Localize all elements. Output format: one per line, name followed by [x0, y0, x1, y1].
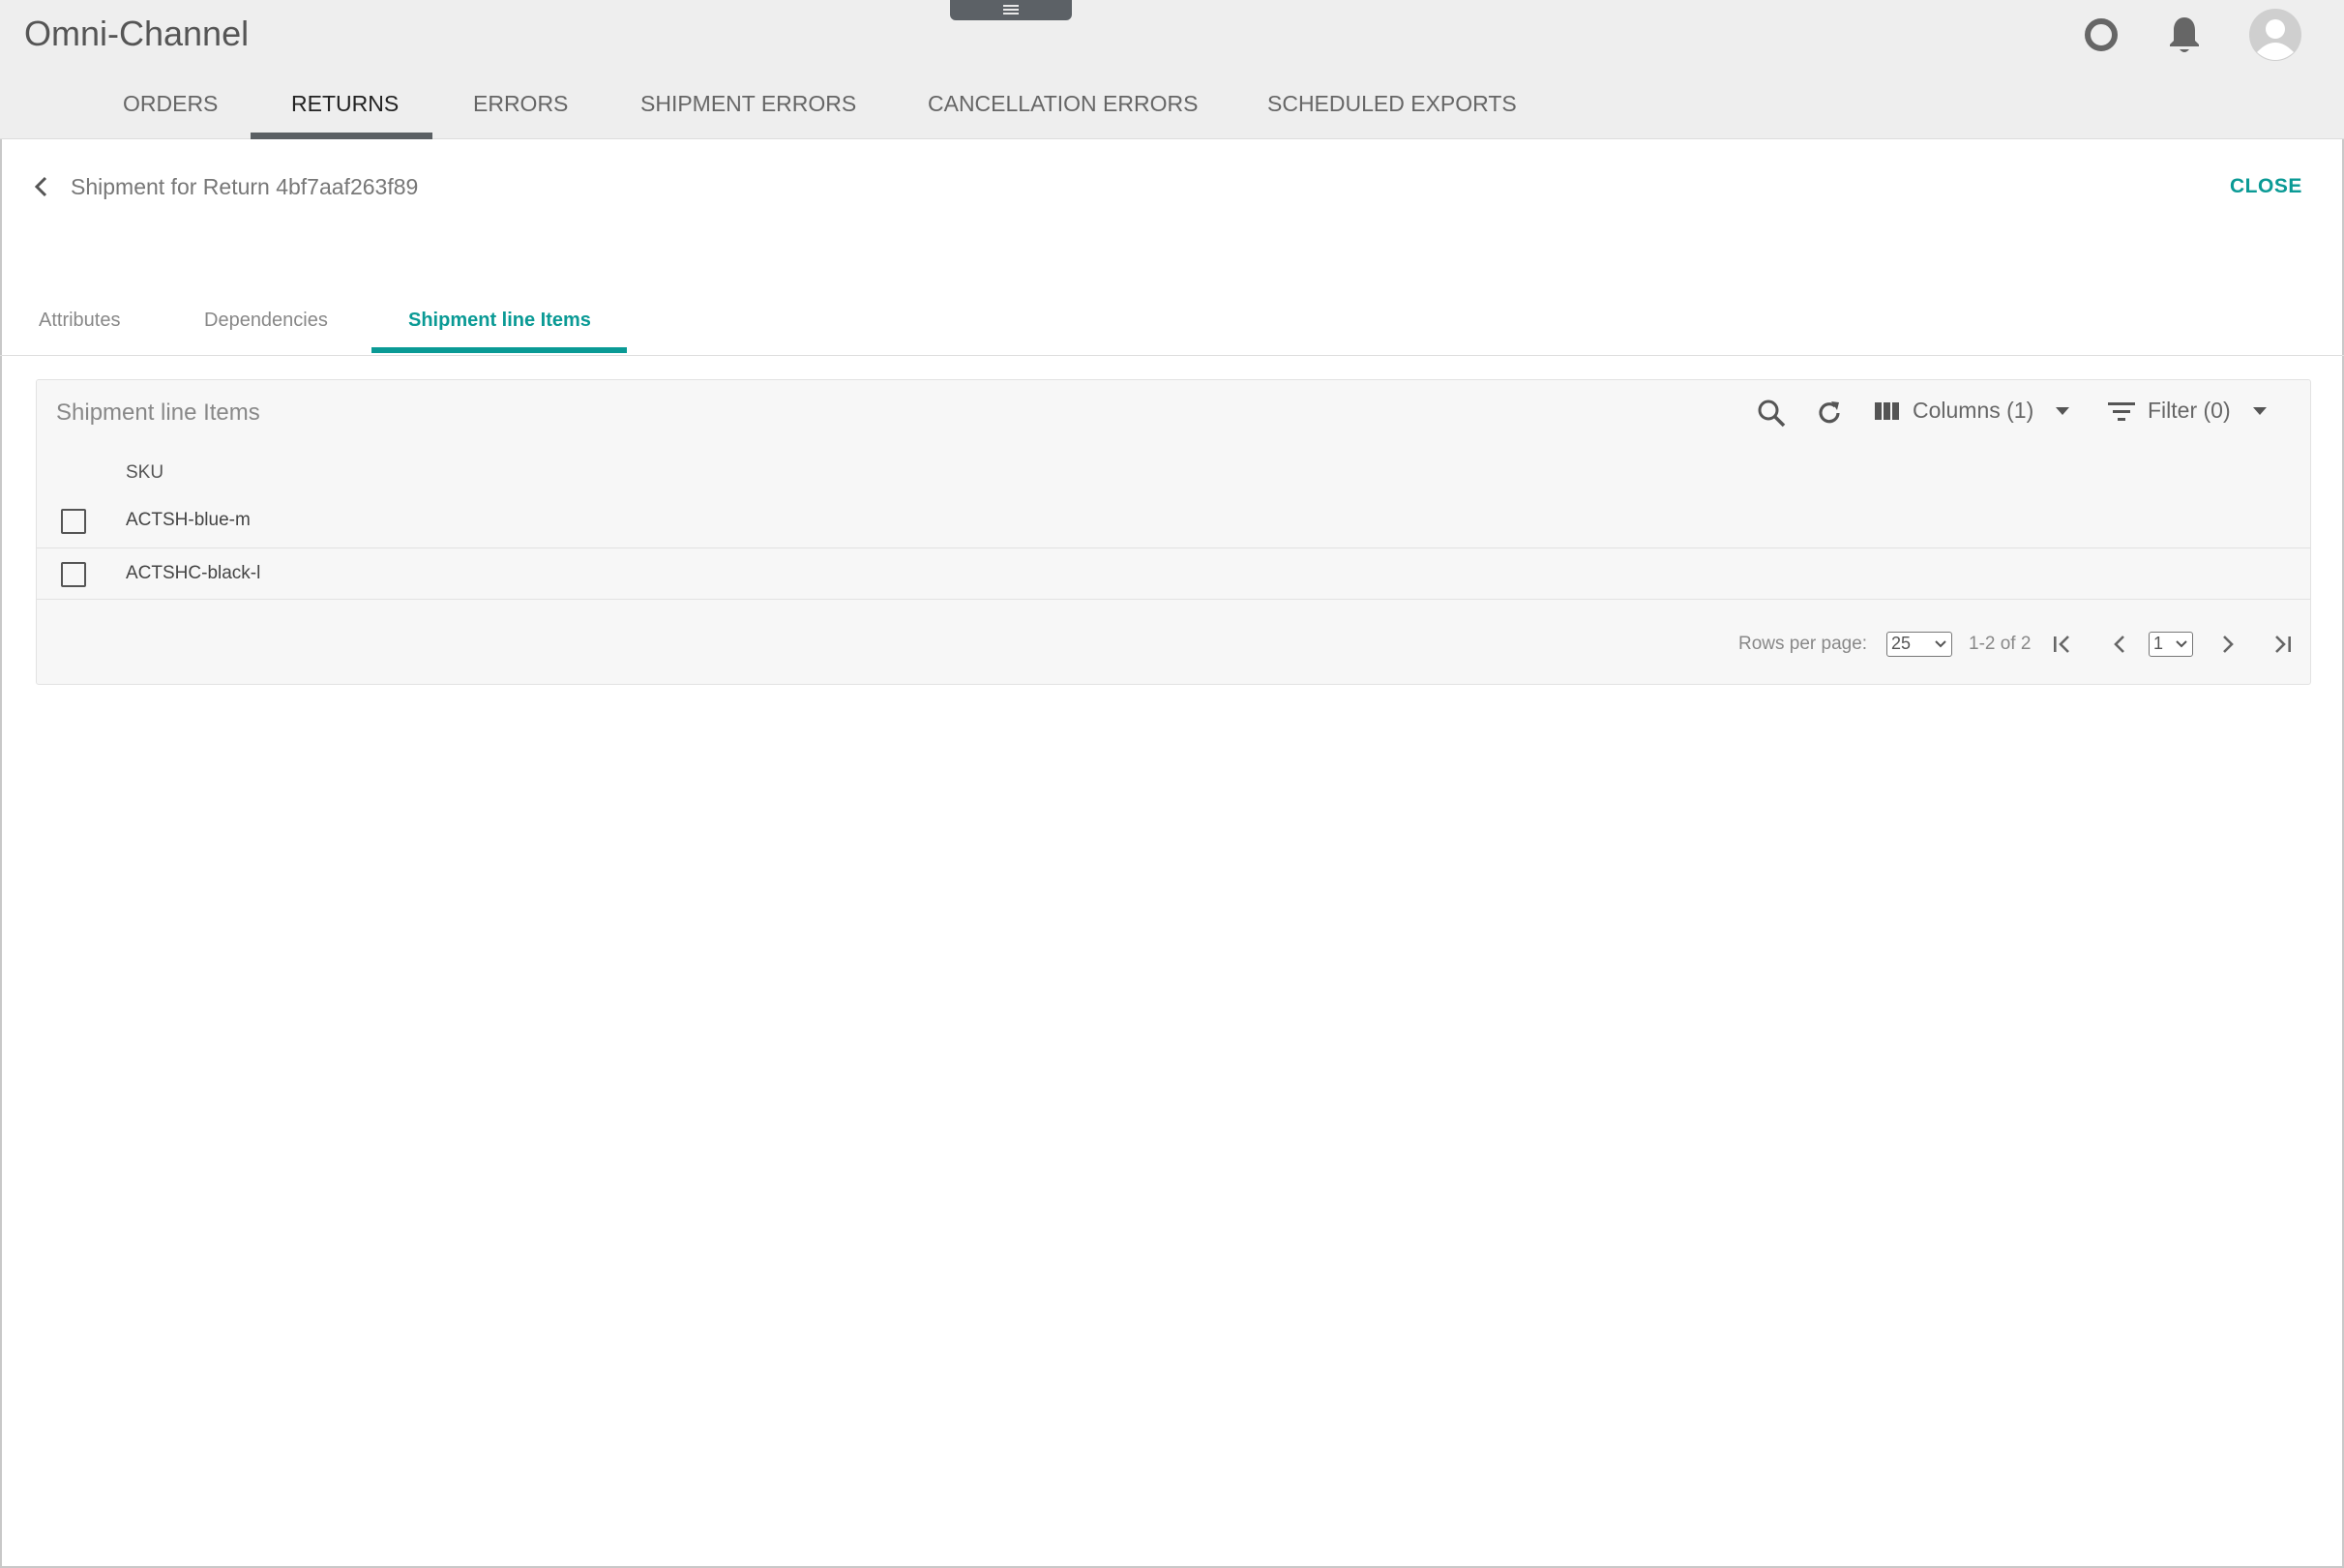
rows-per-page-select[interactable]: 25 — [1886, 632, 1952, 657]
page-title: Shipment for Return 4bf7aaf263f89 — [71, 174, 419, 199]
active-subtab-indicator — [371, 347, 627, 353]
menu-handle[interactable] — [950, 0, 1072, 20]
tab-scheduled-exports[interactable]: SCHEDULED EXPORTS — [1267, 91, 1517, 117]
tab-errors[interactable]: ERRORS — [473, 91, 568, 117]
page-value: 1 — [2153, 634, 2164, 653]
hamburger-icon — [1003, 5, 1019, 15]
row-checkbox[interactable] — [61, 509, 86, 534]
active-tab-indicator — [251, 133, 432, 139]
rows-per-page-label: Rows per page: — [1738, 634, 1868, 654]
search-button[interactable] — [1756, 398, 1787, 429]
tab-returns[interactable]: RETURNS — [291, 91, 399, 117]
close-button[interactable]: CLOSE — [2230, 175, 2302, 198]
panel-title: Shipment line Items — [56, 399, 260, 426]
caret-down-icon — [2056, 406, 2070, 415]
chevron-down-icon — [1935, 640, 1946, 648]
next-page-icon[interactable] — [2213, 631, 2240, 658]
detail-tabs: Attributes Dependencies Shipment line It… — [0, 290, 2344, 356]
tab-shipment-errors[interactable]: SHIPMENT ERRORS — [640, 91, 856, 117]
column-header-sku[interactable]: SKU — [126, 462, 163, 484]
rows-per-page-value: 25 — [1891, 634, 1912, 653]
last-page-icon[interactable] — [2269, 631, 2296, 658]
row-checkbox[interactable] — [61, 562, 86, 587]
app-title: Omni-Channel — [24, 14, 250, 53]
filter-label: Filter (0) — [2148, 398, 2231, 423]
columns-label: Columns (1) — [1913, 398, 2034, 423]
previous-page-icon[interactable] — [2107, 631, 2134, 658]
tab-cancellation-errors[interactable]: CANCELLATION ERRORS — [928, 91, 1198, 117]
caret-down-icon — [2252, 406, 2267, 415]
tab-shipment-line-items[interactable]: Shipment line Items — [408, 310, 591, 332]
first-page-icon[interactable] — [2049, 631, 2076, 658]
tab-orders[interactable]: ORDERS — [123, 91, 218, 117]
app-header: Omni-Channel ORDERS RETURNS ERRORS SHIPM… — [0, 0, 2344, 139]
shipment-line-items-panel: Shipment line Items Columns (1) Filter (… — [36, 379, 2311, 685]
status-circle-icon[interactable] — [2083, 16, 2120, 53]
table-row[interactable]: ACTSH-blue-m — [37, 495, 2310, 547]
user-avatar-icon[interactable] — [2248, 8, 2302, 62]
columns-button[interactable]: Columns (1) — [1874, 398, 2070, 424]
sku-cell: ACTSHC-black-l — [126, 563, 261, 583]
tab-attributes[interactable]: Attributes — [39, 310, 120, 332]
refresh-button[interactable] — [1814, 398, 1845, 429]
chevron-left-icon[interactable] — [31, 175, 52, 198]
sku-cell: ACTSH-blue-m — [126, 510, 251, 530]
filter-button[interactable]: Filter (0) — [2107, 398, 2268, 424]
app-frame — [0, 0, 2344, 1568]
chevron-down-icon — [2176, 640, 2187, 648]
pagination-range: 1-2 of 2 — [1969, 634, 2032, 654]
table-row[interactable]: ACTSHC-black-l — [37, 547, 2310, 600]
tab-dependencies[interactable]: Dependencies — [204, 310, 328, 332]
filter-icon — [2108, 401, 2135, 421]
columns-icon — [1875, 401, 1899, 420]
search-icon — [1758, 399, 1786, 428]
page-select[interactable]: 1 — [2149, 632, 2193, 657]
bell-icon[interactable] — [2167, 14, 2202, 56]
refresh-icon — [1819, 401, 1840, 424]
